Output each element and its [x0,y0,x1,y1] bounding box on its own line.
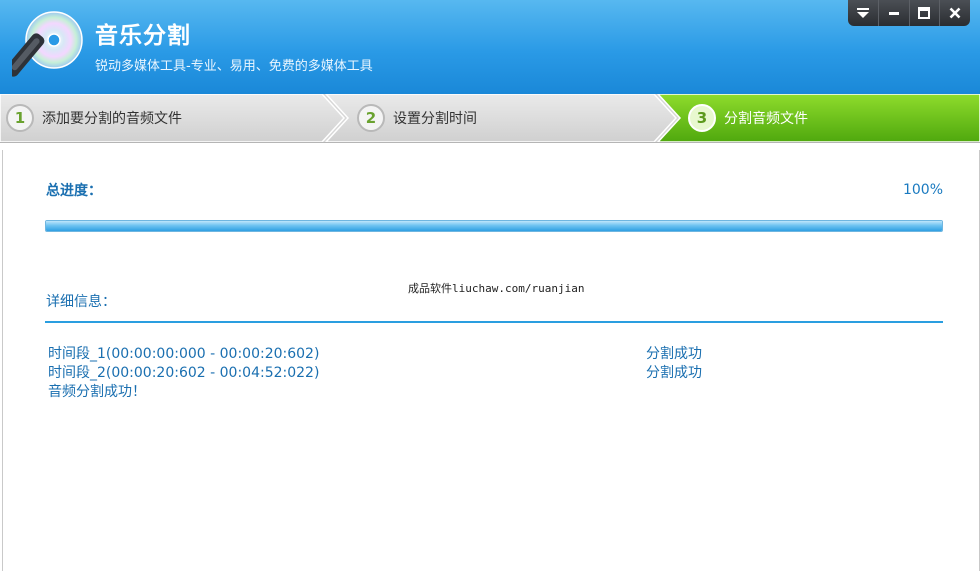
log-row: 时间段_1(00:00:00:000 - 00:00:20:602) 分割成功 [48,343,928,362]
total-progress-percent: 100% [902,182,943,198]
segment-range: 时间段_1(00:00:00:000 - 00:00:20:602) [48,346,320,362]
segment-range: 时间段_2(00:00:20:602 - 00:04:52:022) [48,365,320,381]
maximize-icon [918,7,931,19]
main-panel: 总进度： 100% 成品软件liuchaw.com/ruanjian 详细信息：… [2,150,980,571]
divider [45,321,943,323]
minimize-icon [888,12,899,15]
details-label: 详细信息： [46,294,116,310]
step-2[interactable]: 2 设置分割时间 [357,94,477,142]
menu-button[interactable] [848,0,879,26]
step-1[interactable]: 1 添加要分割的音频文件 [6,94,182,142]
close-button[interactable] [940,0,970,26]
total-progress-bar [45,220,943,232]
detail-log: 时间段_1(00:00:00:000 - 00:00:20:602) 分割成功 … [48,343,928,400]
app-subtitle: 锐动多媒体工具-专业、易用、免费的多媒体工具 [95,59,373,74]
total-progress-label: 总进度： [46,183,102,199]
step-number: 3 [688,104,716,132]
maximize-button[interactable] [910,0,941,26]
segment-status: 分割成功 [646,365,702,381]
segment-status: 分割成功 [646,346,702,362]
minimize-button[interactable] [879,0,910,26]
step-3[interactable]: 3 分割音频文件 [688,94,808,142]
window-controls [848,0,970,26]
step-number: 1 [6,104,34,132]
music-cutter-logo-icon [12,11,83,77]
step-number: 2 [357,104,385,132]
progress-fill [46,221,942,231]
app-title: 音乐分割 [95,23,191,49]
log-row: 时间段_2(00:00:20:602 - 00:04:52:022) 分割成功 [48,362,928,381]
title-bar: 音乐分割 锐动多媒体工具-专业、易用、免费的多媒体工具 [0,0,980,94]
step-label: 添加要分割的音频文件 [42,111,182,127]
step-label: 分割音频文件 [724,111,808,127]
menu-icon [856,8,869,18]
step-bar: 1 添加要分割的音频文件 2 设置分割时间 3 分割音频文件 [0,94,980,143]
watermark: 成品软件liuchaw.com/ruanjian [408,282,585,295]
close-icon [949,7,961,19]
final-message: 音频分割成功！ [48,384,146,400]
step-label: 设置分割时间 [393,111,477,127]
